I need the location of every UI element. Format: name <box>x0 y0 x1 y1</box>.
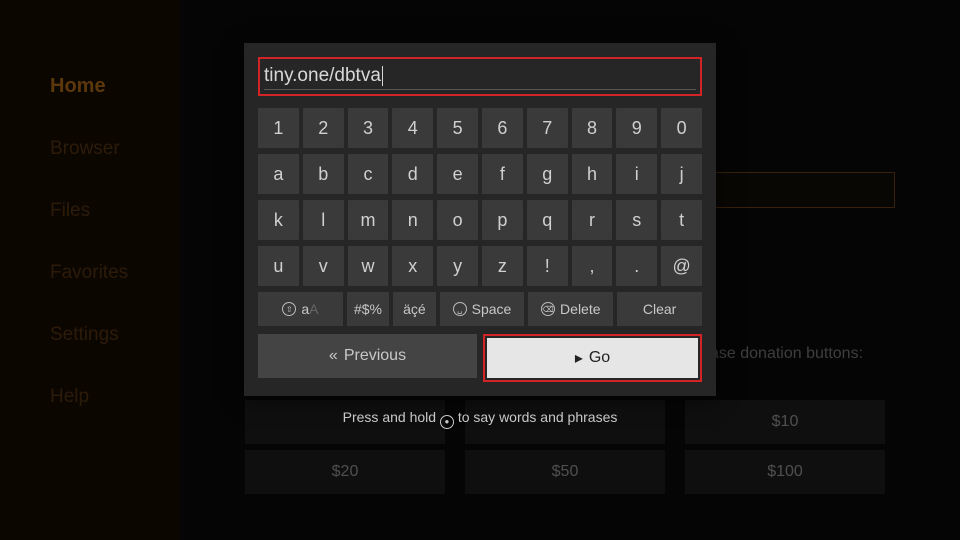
hint-after: to say words and phrases <box>454 409 617 425</box>
key-q[interactable]: q <box>527 200 568 240</box>
key-t[interactable]: t <box>661 200 702 240</box>
clear-key[interactable]: Clear <box>617 292 702 326</box>
key-z[interactable]: z <box>482 246 523 286</box>
key-e[interactable]: e <box>437 154 478 194</box>
input-highlight: tiny.one/dbtva <box>258 57 702 96</box>
key-j[interactable]: j <box>661 154 702 194</box>
key-f[interactable]: f <box>482 154 523 194</box>
hint-before: Press and hold <box>343 409 440 425</box>
space-label: Space <box>472 301 512 317</box>
key-o[interactable]: o <box>437 200 478 240</box>
url-input-value: tiny.one/dbtva <box>264 65 381 86</box>
accents-key[interactable]: äçé <box>393 292 435 326</box>
key-r[interactable]: r <box>572 200 613 240</box>
play-pause-icon: ▸ <box>575 348 583 368</box>
previous-label: Previous <box>344 347 406 365</box>
delete-icon: ⌫ <box>541 302 555 316</box>
key-p[interactable]: p <box>482 200 523 240</box>
key-row-2: a b c d e f g h i j <box>258 154 702 194</box>
key-row-4: u v w x y z ! , . @ <box>258 246 702 286</box>
key-k[interactable]: k <box>258 200 299 240</box>
key-1[interactable]: 1 <box>258 108 299 148</box>
key-2[interactable]: 2 <box>303 108 344 148</box>
key-comma[interactable]: , <box>572 246 613 286</box>
symbols-key[interactable]: #$% <box>347 292 389 326</box>
key-h[interactable]: h <box>572 154 613 194</box>
go-label: Go <box>589 349 610 367</box>
delete-key[interactable]: ⌫ Delete <box>528 292 613 326</box>
nav-row: « Previous ▸ Go <box>258 334 702 382</box>
key-g[interactable]: g <box>527 154 568 194</box>
go-highlight: ▸ Go <box>483 334 702 382</box>
key-a[interactable]: a <box>258 154 299 194</box>
key-d[interactable]: d <box>392 154 433 194</box>
key-row-3: k l m n o p q r s t <box>258 200 702 240</box>
go-button[interactable]: ▸ Go <box>487 338 698 378</box>
key-7[interactable]: 7 <box>527 108 568 148</box>
key-n[interactable]: n <box>392 200 433 240</box>
key-3[interactable]: 3 <box>348 108 389 148</box>
shift-label: aA <box>301 301 318 317</box>
text-cursor <box>382 66 383 86</box>
key-x[interactable]: x <box>392 246 433 286</box>
key-6[interactable]: 6 <box>482 108 523 148</box>
key-8[interactable]: 8 <box>572 108 613 148</box>
space-key[interactable]: ␣ Space <box>440 292 525 326</box>
key-5[interactable]: 5 <box>437 108 478 148</box>
key-row-1: 1 2 3 4 5 6 7 8 9 0 <box>258 108 702 148</box>
key-at[interactable]: @ <box>661 246 702 286</box>
keyboard-panel: tiny.one/dbtva 1 2 3 4 5 6 7 8 9 0 a b c… <box>244 43 716 396</box>
key-c[interactable]: c <box>348 154 389 194</box>
key-exclaim[interactable]: ! <box>527 246 568 286</box>
key-u[interactable]: u <box>258 246 299 286</box>
key-v[interactable]: v <box>303 246 344 286</box>
shift-key[interactable]: ⇧ aA <box>258 292 343 326</box>
url-input[interactable]: tiny.one/dbtva <box>264 63 696 90</box>
key-w[interactable]: w <box>348 246 389 286</box>
delete-label: Delete <box>560 301 600 317</box>
function-row: ⇧ aA #$% äçé ␣ Space ⌫ Delete Clear <box>258 292 702 326</box>
key-m[interactable]: m <box>348 200 389 240</box>
key-l[interactable]: l <box>303 200 344 240</box>
key-0[interactable]: 0 <box>661 108 702 148</box>
key-9[interactable]: 9 <box>616 108 657 148</box>
mic-icon: ● <box>440 415 454 429</box>
key-period[interactable]: . <box>616 246 657 286</box>
key-y[interactable]: y <box>437 246 478 286</box>
rewind-icon: « <box>329 347 338 365</box>
previous-button[interactable]: « Previous <box>258 334 477 378</box>
key-4[interactable]: 4 <box>392 108 433 148</box>
key-i[interactable]: i <box>616 154 657 194</box>
shift-icon: ⇧ <box>282 302 296 316</box>
key-b[interactable]: b <box>303 154 344 194</box>
space-icon: ␣ <box>453 302 467 316</box>
key-s[interactable]: s <box>616 200 657 240</box>
voice-hint: Press and hold ● to say words and phrase… <box>244 409 716 429</box>
